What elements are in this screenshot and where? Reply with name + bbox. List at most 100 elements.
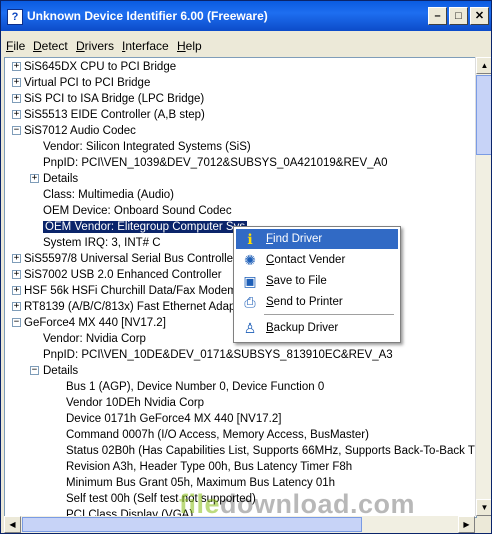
tree-item-label: HSF 56k HSFi Churchill Data/Fax Modem [24,285,237,297]
tree-item-label: OEM Device: Onboard Sound Codec [43,205,232,217]
context-item-backup-driver[interactable]: ♙ Backup Driver [236,318,398,338]
expand-toggle-icon[interactable]: + [30,174,39,183]
tree-item[interactable]: SiS645DX CPU to PCI Bridge [24,59,176,75]
tree-item[interactable]: SiS7002 USB 2.0 Enhanced Controller [24,267,222,283]
title-bar[interactable]: ? Unknown Device Identifier 6.00 (Freewa… [1,1,491,31]
context-item-label: Contact Vender [266,254,346,266]
vertical-scroll-thumb[interactable] [476,75,491,155]
backup-person-icon: ♙ [243,320,257,336]
context-menu-separator [264,314,394,315]
tree-item[interactable]: Revision A3h, Header Type 00h, Bus Laten… [66,459,352,475]
tree-item[interactable]: OEM Device: Onboard Sound Codec [43,203,232,219]
tree-item-label: Virtual PCI to PCI Bridge [24,77,151,89]
menu-drivers[interactable]: Drivers [76,39,114,53]
context-item-label: Send to Printer [266,296,343,308]
menu-bar: File Detect Drivers Interface Help [1,34,491,56]
tree-item[interactable]: Class: Multimedia (Audio) [43,187,174,203]
tree-item-label: Details [43,173,79,185]
tree-item-label: SiS5513 EIDE Controller (A,B step) [24,109,205,121]
tree-item[interactable]: Details [43,363,78,379]
scroll-up-button[interactable]: ▲ [476,57,491,74]
context-menu: ℹ Find Driver ✺ Contact Vender ▣ Save to File… [233,226,401,343]
tree-item-label: SiS5597/8 Universal Serial Bus Controlle… [24,253,237,265]
tree-item[interactable]: PnpID: PCI\VEN_1039&DEV_7012&SUBSYS_0A42… [43,155,388,171]
tree-item[interactable]: Status 02B0h (Has Capabilities List, Sup… [66,443,477,459]
expand-toggle-icon[interactable]: + [12,62,21,71]
minimize-button[interactable]: – [428,7,447,25]
tree-item-label: Command 0007h (I/O Access, Memory Access… [66,429,369,441]
expand-toggle-icon[interactable]: + [12,78,21,87]
vertical-scrollbar[interactable]: ▲ ▼ [475,57,491,516]
expand-toggle-icon[interactable]: + [12,94,21,103]
tree-item-label: SiS7012 Audio Codec [24,125,136,137]
tree-item[interactable]: Device 0171h GeForce4 MX 440 [NV17.2] [66,411,281,427]
menu-detect[interactable]: Detect [33,39,68,53]
menu-interface[interactable]: Interface [122,39,169,53]
tree-item[interactable]: SiS5597/8 Universal Serial Bus Controlle… [24,251,237,267]
tree-item-label: Status 02B0h (Has Capabilities List, Sup… [66,445,477,457]
tree-item-label: Device 0171h GeForce4 MX 440 [NV17.2] [66,413,282,425]
tree-item-label: OEM Vendor: Elitegroup Computer Sys [43,221,248,233]
tree-item-label: SiS PCI to ISA Bridge (LPC Bridge) [24,93,205,105]
collapse-toggle-icon[interactable]: − [12,126,21,135]
tree-item-label: PnpID: PCI\VEN_10DE&DEV_0171&SUBSYS_8139… [43,349,393,361]
tree-item[interactable]: Bus 1 (AGP), Device Number 0, Device Fun… [66,379,324,395]
expand-toggle-icon[interactable]: + [12,254,21,263]
scroll-left-button[interactable]: ◀ [4,516,21,533]
tree-item[interactable]: Vendor: Nvidia Corp [43,331,146,347]
tree-item[interactable]: Virtual PCI to PCI Bridge [24,75,150,91]
expand-toggle-icon[interactable]: + [12,302,21,311]
tree-item[interactable]: Vendor 10DEh Nvidia Corp [66,395,204,411]
context-item-find-driver[interactable]: ℹ Find Driver [236,229,398,249]
context-item-contact-vender[interactable]: ✺ Contact Vender [236,250,398,270]
tree-item-label: Details [43,365,79,377]
tree-item[interactable]: Vendor: Silicon Integrated Systems (SiS) [43,139,251,155]
tree-item[interactable]: GeForce4 MX 440 [NV17.2] [24,315,166,331]
tree-item[interactable]: RT8139 (A/B/C/813x) Fast Ethernet Adapte [24,299,245,315]
tree-item[interactable]: PnpID: PCI\VEN_10DE&DEV_0171&SUBSYS_8139… [43,347,393,363]
tree-item[interactable]: System IRQ: 3, INT# C [43,235,161,251]
expand-toggle-icon[interactable]: + [12,270,21,279]
tree-item[interactable]: Details [43,171,78,187]
tree-item-label: Revision A3h, Header Type 00h, Bus Laten… [66,461,353,473]
context-item-send-to-printer[interactable]: ⎙ Send to Printer [236,292,398,312]
tree-item-label: Vendor: Silicon Integrated Systems (SiS) [43,141,251,153]
menu-file[interactable]: File [6,39,25,53]
info-driver-icon: ℹ [247,231,253,247]
tree-item[interactable]: SiS5513 EIDE Controller (A,B step) [24,107,205,123]
scroll-right-button[interactable]: ▶ [458,516,475,533]
context-item-label: Backup Driver [266,322,339,334]
tree-item[interactable]: SiS7012 Audio Codec [24,123,136,139]
tree-item-label: System IRQ: 3, INT# C [43,237,161,249]
expand-toggle-icon[interactable]: + [12,286,21,295]
floppy-disk-icon: ▣ [243,273,257,289]
maximize-button[interactable]: □ [449,7,468,25]
watermark: filedownload.com [179,489,416,519]
collapse-toggle-icon[interactable]: − [30,366,39,375]
tree-item-label: Class: Multimedia (Audio) [43,189,175,201]
collapse-toggle-icon[interactable]: − [12,318,21,327]
context-item-label: Find Driver [266,233,323,245]
tree-item-label: Bus 1 (AGP), Device Number 0, Device Fun… [66,381,325,393]
printer-icon: ⎙ [244,294,256,310]
tree-item-label: RT8139 (A/B/C/813x) Fast Ethernet Adapte [24,301,245,313]
app-window: ? Unknown Device Identifier 6.00 (Freewa… [0,0,492,534]
tree-item-label: SiS7002 USB 2.0 Enhanced Controller [24,269,222,281]
window-title: Unknown Device Identifier 6.00 (Freeware… [27,9,268,23]
menu-help[interactable]: Help [177,39,202,53]
tree-item-label: Minimum Bus Grant 05h, Maximum Bus Laten… [66,477,336,489]
tree-item[interactable]: OEM Vendor: Elitegroup Computer Sys [43,219,248,235]
tree-item[interactable]: HSF 56k HSFi Churchill Data/Fax Modem [24,283,237,299]
tree-item-label: Vendor: Nvidia Corp [43,333,146,345]
globe-icon: ✺ [244,252,256,268]
context-item-label: Save to File [266,275,327,287]
close-button[interactable]: ✕ [470,7,489,25]
tree-item[interactable]: SiS PCI to ISA Bridge (LPC Bridge) [24,91,204,107]
tree-item[interactable]: Command 0007h (I/O Access, Memory Access… [66,427,369,443]
context-item-save-to-file[interactable]: ▣ Save to File [236,271,398,291]
expand-toggle-icon[interactable]: + [12,110,21,119]
tree-item-label: SiS645DX CPU to PCI Bridge [24,61,177,73]
tree-item-label: GeForce4 MX 440 [NV17.2] [24,317,166,329]
scroll-down-button[interactable]: ▼ [476,499,491,516]
tree-item-label: Vendor 10DEh Nvidia Corp [66,397,205,409]
